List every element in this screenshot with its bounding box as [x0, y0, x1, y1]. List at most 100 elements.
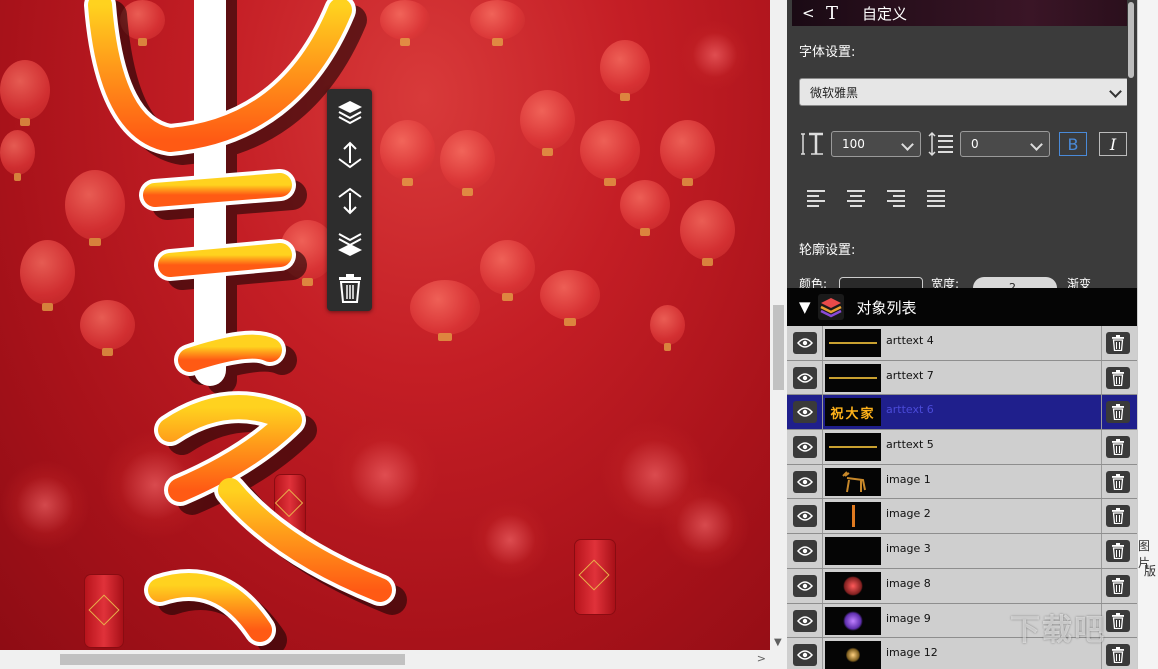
object-name: image 8 — [886, 576, 931, 590]
lantern-decoration — [410, 280, 480, 341]
visibility-toggle-button[interactable] — [793, 332, 817, 354]
bring-forward-button[interactable] — [333, 139, 367, 173]
bold-button[interactable]: B — [1059, 132, 1087, 156]
outline-extra-label: 渐变 — [1067, 277, 1092, 288]
send-backward-button[interactable] — [333, 183, 367, 217]
object-list-row[interactable]: 祝大家 arttext 6 — [787, 395, 1137, 431]
delete-object-button[interactable] — [1106, 505, 1130, 528]
thumbnail-text: 祝大家 — [830, 406, 876, 422]
eye-icon — [797, 615, 813, 626]
visibility-toggle-button[interactable] — [793, 505, 817, 528]
align-justify-icon[interactable] — [927, 190, 947, 208]
canvas-horizontal-scrollbar[interactable]: > — [0, 650, 770, 669]
trash-icon — [1112, 543, 1124, 560]
move-down-icon — [337, 187, 362, 215]
visibility-toggle-button[interactable] — [793, 609, 817, 632]
properties-title: 自定义 — [862, 4, 908, 23]
object-thumbnail — [825, 329, 881, 357]
object-thumbnail — [825, 502, 881, 531]
eye-icon — [797, 511, 813, 522]
delete-object-button[interactable] — [1106, 401, 1130, 424]
delete-object-button[interactable] — [1106, 436, 1130, 459]
object-thumbnail — [825, 641, 881, 669]
object-list-row[interactable]: arttext 7 — [787, 360, 1137, 396]
column-divider — [822, 360, 823, 395]
font-size-select[interactable]: 100 — [831, 131, 921, 157]
canvas-vertical-scrollbar[interactable]: ▼ — [770, 0, 787, 650]
eye-icon — [797, 338, 813, 348]
column-divider — [1101, 360, 1102, 395]
visibility-toggle-button[interactable] — [793, 540, 817, 563]
object-name: arttext 6 — [886, 403, 934, 417]
line-spacing-value: 0 — [971, 137, 979, 151]
object-thumbnail — [825, 537, 881, 566]
visibility-toggle-button[interactable] — [793, 436, 817, 459]
scrollbar-thumb[interactable] — [60, 654, 405, 665]
column-divider — [822, 430, 823, 464]
font-size-icon — [801, 132, 823, 155]
visibility-toggle-button[interactable] — [793, 574, 817, 597]
column-divider — [822, 638, 823, 669]
column-divider — [822, 568, 823, 603]
align-left-icon[interactable] — [807, 190, 827, 208]
font-family-select[interactable]: 微软雅黑 — [799, 78, 1129, 106]
scroll-down-arrow-icon[interactable]: ▼ — [774, 637, 782, 648]
thumbnail-preview — [843, 610, 863, 631]
trash-icon — [1112, 404, 1124, 421]
outline-width-stepper[interactable]: 2 — [973, 277, 1057, 288]
firework-decoration — [680, 20, 750, 90]
align-center-icon[interactable] — [847, 190, 867, 208]
collapse-triangle-icon[interactable]: ▼ — [799, 298, 811, 316]
trash-icon — [1112, 508, 1124, 525]
properties-scrollbar[interactable] — [1127, 0, 1135, 288]
lantern-decoration — [470, 0, 525, 46]
object-list-row[interactable]: arttext 5 — [787, 430, 1137, 465]
scrollbar-thumb[interactable] — [773, 305, 784, 390]
editor-canvas[interactable] — [0, 0, 770, 650]
line-spacing-icon — [928, 131, 953, 157]
delete-object-button[interactable] — [1106, 609, 1130, 632]
delete-object-button[interactable] — [1106, 332, 1130, 354]
deer-thumbnail-icon — [842, 471, 866, 492]
trash-icon — [1112, 577, 1124, 594]
delete-object-button[interactable] — [1106, 470, 1130, 493]
visibility-toggle-button[interactable] — [793, 401, 817, 424]
outline-color-picker[interactable] — [839, 277, 923, 288]
delete-object-button[interactable] — [1106, 574, 1130, 597]
visibility-toggle-button[interactable] — [793, 470, 817, 493]
column-divider — [822, 603, 823, 638]
visibility-toggle-button[interactable] — [793, 366, 817, 389]
object-list-row[interactable]: image 8 — [787, 568, 1137, 604]
delete-object-button[interactable] — [1106, 366, 1130, 389]
delete-object-button[interactable] — [1106, 644, 1130, 667]
object-list-row[interactable]: image 3 — [787, 534, 1137, 569]
column-divider — [822, 326, 823, 360]
align-right-icon[interactable] — [887, 190, 907, 208]
delete-layer-button[interactable] — [333, 271, 367, 305]
lantern-decoration — [650, 305, 685, 351]
send-to-back-button[interactable] — [333, 227, 367, 261]
lantern-decoration — [580, 120, 640, 186]
object-name: image 12 — [886, 646, 938, 660]
back-button[interactable]: < — [802, 4, 818, 22]
scroll-right-arrow-icon[interactable]: > — [757, 652, 766, 665]
object-list-header[interactable]: ▼ 对象列表 — [787, 288, 1137, 326]
trash-icon — [1112, 647, 1124, 664]
italic-button[interactable]: I — [1099, 132, 1127, 156]
lantern-decoration — [540, 270, 600, 326]
object-list-row[interactable]: arttext 4 — [787, 326, 1137, 361]
watermark: 下载吧 — [1010, 613, 1106, 648]
object-list-row[interactable]: image 1 — [787, 464, 1137, 500]
object-thumbnail — [825, 363, 881, 392]
delete-object-button[interactable] — [1106, 540, 1130, 563]
thumbnail-preview — [829, 342, 877, 344]
object-list-title: 对象列表 — [856, 298, 917, 317]
eye-icon — [797, 581, 813, 591]
chevron-down-icon — [1030, 138, 1043, 151]
bring-to-front-button[interactable] — [333, 95, 367, 129]
scrollbar-thumb[interactable] — [1128, 2, 1134, 78]
object-list-row[interactable]: image 2 — [787, 499, 1137, 535]
line-spacing-select[interactable]: 0 — [960, 131, 1050, 157]
column-divider — [822, 395, 823, 430]
visibility-toggle-button[interactable] — [793, 644, 817, 667]
